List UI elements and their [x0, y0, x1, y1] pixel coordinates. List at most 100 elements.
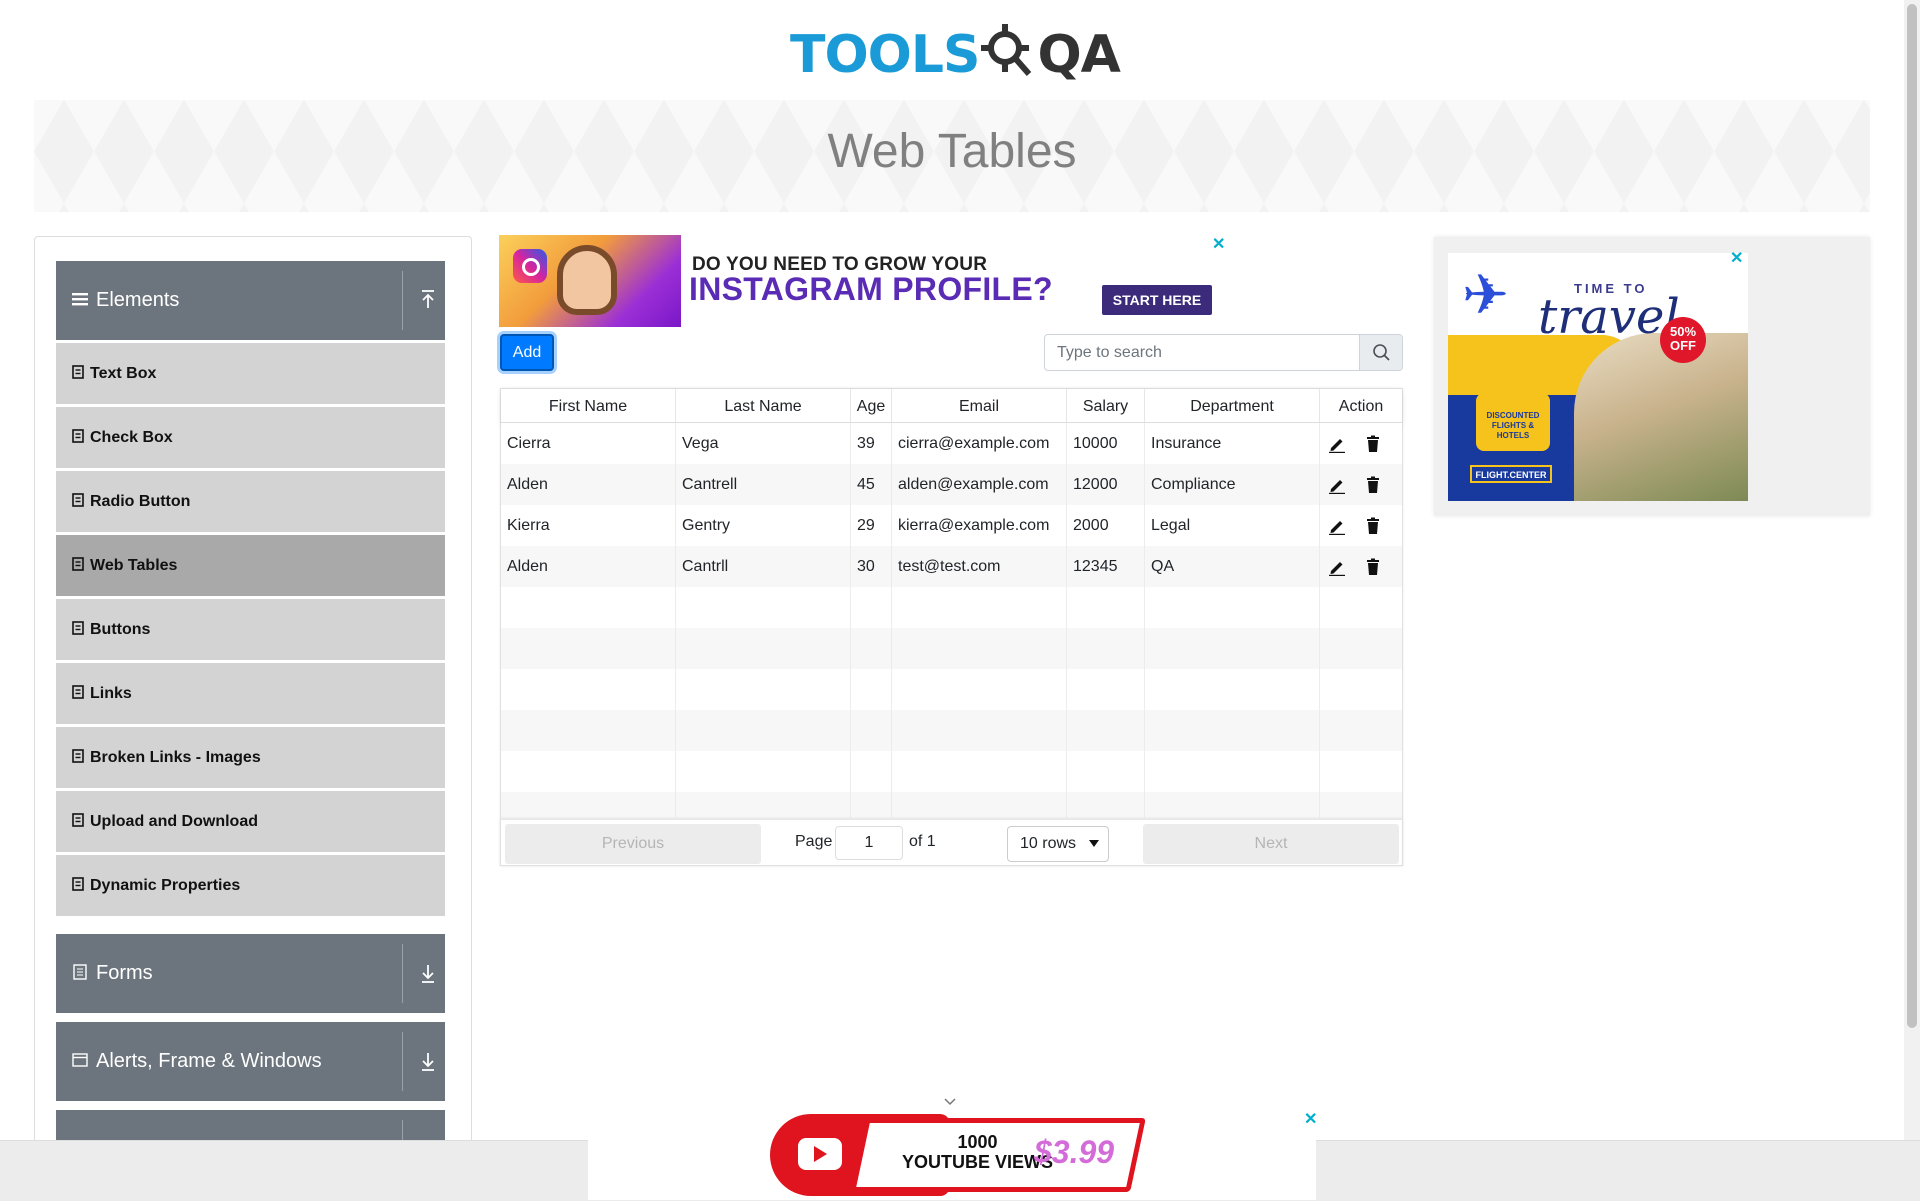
sidebar-item-buttons[interactable]: Buttons [56, 599, 445, 663]
ad-subheadline: INSTAGRAM PROFILE? [689, 271, 1053, 307]
sidebar-group-forms[interactable]: Forms [56, 934, 445, 1013]
delete-icon[interactable] [1364, 435, 1382, 453]
sidebar-item-dynamic-properties[interactable]: Dynamic Properties [56, 855, 445, 919]
sidebar-item-label: Buttons [90, 621, 151, 638]
sidebar-item-check-box[interactable]: Check Box [56, 407, 445, 471]
cell-salary [1067, 628, 1145, 669]
sidebar-item-label: Check Box [90, 429, 173, 446]
cell-age: 45 [851, 464, 892, 505]
search-icon [1373, 344, 1390, 361]
page-number-input[interactable]: 1 [835, 826, 903, 860]
cell-first-name [501, 710, 676, 751]
column-header-last-name[interactable]: Last Name [676, 389, 851, 422]
cell-last-name: Vega [676, 423, 851, 464]
cell-action [1320, 669, 1402, 710]
column-header-department[interactable]: Department [1145, 389, 1320, 422]
ad-close-icon[interactable]: ✕ [1730, 251, 1743, 267]
cell-first-name [501, 628, 676, 669]
previous-button[interactable]: Previous [505, 824, 761, 864]
rows-per-page-value: 10 rows [1020, 835, 1077, 852]
list-icon [72, 429, 84, 443]
list-icon [72, 621, 84, 635]
column-header-email[interactable]: Email [892, 389, 1067, 422]
ad-brand-label: FLIGHT.CENTER [1470, 465, 1552, 483]
sidebar-item-web-tables[interactable]: Web Tables [56, 535, 445, 599]
travel-ad[interactable]: ✈ TIME TO travel 50% OFF DISCOUNTED FLIG… [1434, 237, 1870, 516]
chevron-down-icon[interactable] [944, 1096, 956, 1108]
column-header-first-name[interactable]: First Name [501, 389, 676, 422]
cell-first-name: Kierra [501, 505, 676, 546]
search-button[interactable] [1359, 335, 1402, 370]
sidebar-group-elements[interactable]: Elements [56, 261, 445, 340]
cell-age [851, 587, 892, 628]
ad-close-icon[interactable]: ✕ [1304, 1112, 1317, 1128]
sidebar-item-text-box[interactable]: Text Box [56, 343, 445, 407]
rows-per-page-select[interactable]: 10 rows [1007, 826, 1109, 862]
cell-last-name [676, 669, 851, 710]
delete-icon[interactable] [1364, 517, 1382, 535]
cell-email: cierra@example.com [892, 423, 1067, 464]
sidebar-group-alerts[interactable]: Alerts, Frame & Windows [56, 1022, 445, 1101]
toolsqa-logo[interactable]: TOOLS QA [790, 16, 1121, 94]
cell-first-name: Alden [501, 546, 676, 587]
cell-age [851, 710, 892, 751]
ad-traveler-image [1574, 333, 1748, 501]
cell-first-name: Cierra [501, 423, 676, 464]
cell-email [892, 669, 1067, 710]
sidebar-item-label: Links [90, 685, 132, 702]
cell-salary [1067, 669, 1145, 710]
ad-close-icon[interactable]: ✕ [1212, 237, 1225, 253]
search-input[interactable] [1045, 335, 1361, 370]
cell-action [1320, 423, 1402, 464]
sidebar-item-radio-button[interactable]: Radio Button [56, 471, 445, 535]
column-header-salary[interactable]: Salary [1067, 389, 1145, 422]
edit-icon[interactable] [1328, 435, 1346, 453]
add-button[interactable]: Add [500, 334, 554, 371]
empty-table-row [501, 669, 1402, 710]
page-title: Web Tables [827, 125, 1077, 178]
sidebar-item-links[interactable]: Links [56, 663, 445, 727]
page-scrollbar[interactable] [1904, 0, 1920, 1140]
youtube-ad[interactable]: 1000 YOUTUBE VIEWS $3.99 ✕ [588, 1110, 1317, 1200]
ad-image [499, 235, 681, 327]
cell-salary [1067, 587, 1145, 628]
scrollbar-thumb[interactable] [1907, 4, 1917, 1028]
edit-icon[interactable] [1328, 558, 1346, 576]
airplane-icon: ✈ [1462, 263, 1509, 326]
empty-table-row [501, 751, 1402, 792]
table-row: Alden Cantrell 45 alden@example.com 12000 Com… [501, 464, 1402, 505]
collapse-up-icon[interactable] [418, 289, 438, 311]
cell-department: Legal [1145, 505, 1320, 546]
cell-age [851, 751, 892, 792]
sidebar-item-broken-links[interactable]: Broken Links - Images [56, 727, 445, 791]
cell-age [851, 669, 892, 710]
sidebar-item-label: Web Tables [90, 557, 178, 574]
cell-salary: 10000 [1067, 423, 1145, 464]
expand-down-icon[interactable] [418, 1050, 438, 1072]
edit-icon[interactable] [1328, 517, 1346, 535]
cell-department: QA [1145, 546, 1320, 587]
sidebar-item-upload-download[interactable]: Upload and Download [56, 791, 445, 855]
instagram-ad[interactable]: DO YOU NEED TO GROW YOUR INSTAGRAM PROFI… [499, 235, 1225, 327]
ad-speech-bubble: DISCOUNTED FLIGHTS & HOTELS [1476, 393, 1550, 451]
sidebar-group-partial[interactable] [56, 1110, 445, 1141]
next-button[interactable]: Next [1143, 824, 1399, 864]
expand-down-icon[interactable] [418, 962, 438, 984]
logo-tools-text: TOOLS [790, 25, 980, 85]
cell-department: Insurance [1145, 423, 1320, 464]
list-icon [72, 813, 84, 827]
cell-action [1320, 505, 1402, 546]
column-header-age[interactable]: Age [851, 389, 892, 422]
edit-icon[interactable] [1328, 476, 1346, 494]
list-icon [72, 877, 84, 891]
ad-start-button[interactable]: START HERE [1102, 285, 1212, 315]
delete-icon[interactable] [1364, 558, 1382, 576]
search-box [1044, 334, 1403, 371]
cell-last-name [676, 587, 851, 628]
cell-salary [1067, 710, 1145, 751]
ad-headline: 1000 YOUTUBE VIEWS [902, 1132, 1053, 1172]
delete-icon[interactable] [1364, 476, 1382, 494]
ad-person-image [557, 245, 617, 315]
window-icon [72, 1053, 88, 1067]
hamburger-icon [72, 293, 88, 306]
